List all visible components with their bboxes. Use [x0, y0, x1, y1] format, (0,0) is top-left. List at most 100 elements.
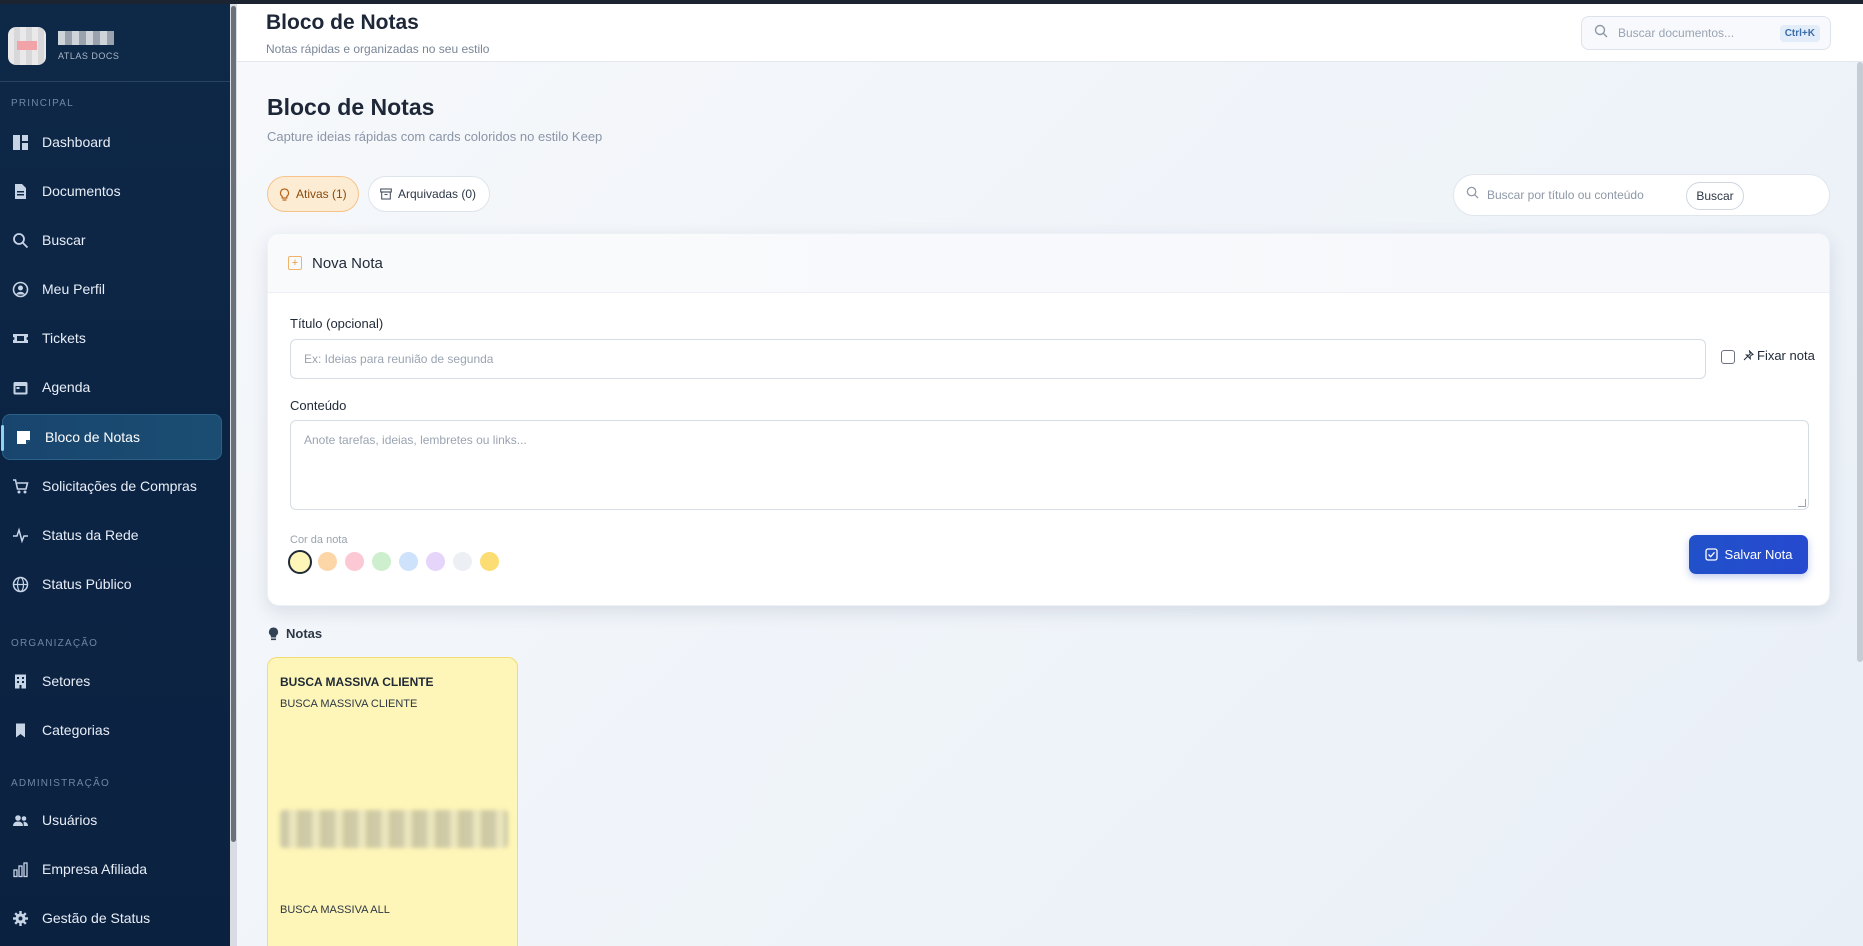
sidebar-item-usuarios[interactable]: Usuários [0, 797, 220, 843]
shortcut-badge: Ctrl+K [1779, 25, 1820, 42]
new-note-form: + Nova Nota Título (opcional) Ex: Ideias… [267, 233, 1830, 606]
divider [0, 81, 230, 82]
chart-building-icon [12, 861, 29, 878]
title-input[interactable]: Ex: Ideias para reunião de segunda [290, 339, 1706, 379]
brand-logo [8, 27, 46, 65]
tab-label: Arquivadas (0) [398, 187, 477, 201]
note-content-line: BUSCA MASSIVA ALL [280, 904, 390, 916]
building-icon [12, 673, 29, 690]
scrollbar-thumb[interactable] [231, 6, 236, 842]
gear-icon [12, 910, 29, 927]
sidebar-item-solicitacoes-de-compras[interactable]: Solicitações de Compras [0, 463, 220, 509]
global-search-input[interactable]: Buscar documentos... Ctrl+K [1581, 16, 1831, 50]
filter-placeholder: Buscar por título ou conteúdo [1487, 188, 1644, 202]
sidebar-item-label: Categorias [42, 722, 110, 738]
color-swatch-green[interactable] [372, 552, 391, 571]
sidebar-item-label: Solicitações de Compras [42, 478, 197, 494]
sidebar-item-categorias[interactable]: Categorias [0, 707, 220, 753]
search-icon [1466, 186, 1479, 204]
sidebar-item-bloco-de-notas[interactable]: Bloco de Notas [1, 414, 222, 460]
sidebar-scrollbar[interactable] [230, 4, 237, 946]
sidebar-item-dashboard[interactable]: Dashboard [0, 119, 220, 165]
plus-icon: + [288, 256, 302, 270]
header-subtitle: Notas rápidas e organizadas no seu estil… [266, 42, 490, 56]
top-header: Bloco de Notas Notas rápidas e organizad… [237, 4, 1863, 62]
brand[interactable]: ATLAS DOCS [8, 24, 119, 68]
pin-label-text: Fixar nota [1757, 348, 1815, 363]
lightbulb-icon [268, 626, 279, 641]
sidebar-item-label: Empresa Afiliada [42, 861, 148, 877]
content-textarea[interactable]: Anote tarefas, ideias, lembretes ou link… [290, 420, 1809, 510]
section-label-principal: PRINCIPAL [11, 98, 74, 109]
sidebar-item-setores[interactable]: Setores [0, 658, 220, 704]
sidebar-item-label: Tickets [42, 330, 86, 346]
notes-section-label: Notas [286, 626, 323, 641]
bookmark-icon [12, 722, 29, 739]
color-swatch-purple[interactable] [426, 552, 445, 571]
color-label: Cor da nota [290, 534, 348, 546]
page-subtitle: Capture ideias rápidas com cards colorid… [267, 129, 603, 144]
dashboard-icon [12, 134, 29, 151]
pin-checkbox[interactable] [1721, 350, 1735, 364]
tab-arquivadas[interactable]: Arquivadas (0) [368, 176, 490, 212]
calendar-icon [12, 379, 29, 396]
color-swatch-gold[interactable] [480, 552, 499, 571]
sidebar-item-meu-perfil[interactable]: Meu Perfil [0, 266, 220, 312]
sidebar-item-label: Status Público [42, 576, 132, 592]
sidebar-item-label: Gestão de Status [42, 910, 151, 926]
sidebar-item-label: Usuários [42, 812, 98, 828]
sidebar-item-status-da-rede[interactable]: Status da Rede [0, 512, 220, 558]
new-note-header: + Nova Nota [268, 234, 1829, 293]
content-placeholder: Anote tarefas, ideias, lembretes ou link… [304, 433, 527, 447]
note-content-line: BUSCA MASSIVA CLIENTE [280, 698, 418, 710]
color-swatch-yellow[interactable] [288, 550, 312, 574]
tab-label: Ativas (1) [296, 187, 347, 201]
sidebar-item-status-publico[interactable]: Status Público [0, 561, 220, 607]
sidebar-item-tickets[interactable]: Tickets [0, 315, 220, 361]
activity-icon [12, 526, 29, 544]
color-swatch-pink[interactable] [345, 552, 364, 571]
lightbulb-icon [279, 187, 290, 201]
notes-section-title: Notas [268, 626, 322, 641]
cart-icon [12, 478, 29, 495]
sidebar-item-label: Dashboard [42, 134, 111, 150]
search-icon [1594, 24, 1608, 43]
sidebar-item-empresa-afiliada[interactable]: Empresa Afiliada [0, 846, 220, 892]
color-swatch-gray[interactable] [453, 552, 472, 571]
main-content: Bloco de Notas Capture ideias rápidas co… [237, 62, 1863, 946]
globe-icon [12, 576, 29, 593]
section-label-organizacao: ORGANIZAÇÃO [11, 638, 99, 649]
pin-label[interactable]: Fixar nota [1743, 348, 1815, 363]
sidebar: ATLAS DOCS PRINCIPAL Dashboard Documento… [0, 4, 237, 946]
header-title: Bloco de Notas [266, 11, 419, 34]
search-icon [12, 232, 29, 249]
sidebar-item-label: Bloco de Notas [45, 429, 140, 445]
page-title: Bloco de Notas [267, 94, 435, 120]
title-field-label: Título (opcional) [290, 316, 384, 331]
notes-filter-input[interactable]: Buscar por título ou conteúdo Buscar [1453, 174, 1830, 216]
sidebar-item-buscar[interactable]: Buscar [0, 217, 220, 263]
redacted-content [280, 810, 508, 848]
resize-handle[interactable] [1798, 499, 1806, 507]
note-title: BUSCA MASSIVA CLIENTE [280, 675, 434, 689]
save-button-label: Salvar Nota [1724, 547, 1793, 562]
note-card[interactable]: BUSCA MASSIVA CLIENTE BUSCA MASSIVA CLIE… [267, 657, 518, 946]
page-scrollbar[interactable] [1857, 62, 1863, 662]
sidebar-item-label: Meu Perfil [42, 281, 106, 297]
archive-icon [380, 188, 392, 200]
sidebar-item-gestao-de-status[interactable]: Gestão de Status [0, 895, 220, 941]
users-icon [12, 812, 29, 829]
sidebar-item-agenda[interactable]: Agenda [0, 364, 220, 410]
sidebar-item-documentos[interactable]: Documentos [0, 168, 220, 214]
ticket-icon [12, 330, 29, 347]
color-swatch-orange[interactable] [318, 552, 337, 571]
check-square-icon [1704, 548, 1718, 561]
sticky-note-icon [15, 429, 32, 446]
save-note-button[interactable]: Salvar Nota [1689, 535, 1808, 574]
color-swatch-blue[interactable] [399, 552, 418, 571]
sidebar-item-label: Documentos [42, 183, 121, 199]
content-field-label: Conteúdo [290, 398, 347, 413]
filter-search-button[interactable]: Buscar [1686, 182, 1744, 210]
pin-icon [1743, 350, 1754, 361]
tab-ativas[interactable]: Ativas (1) [267, 176, 359, 212]
